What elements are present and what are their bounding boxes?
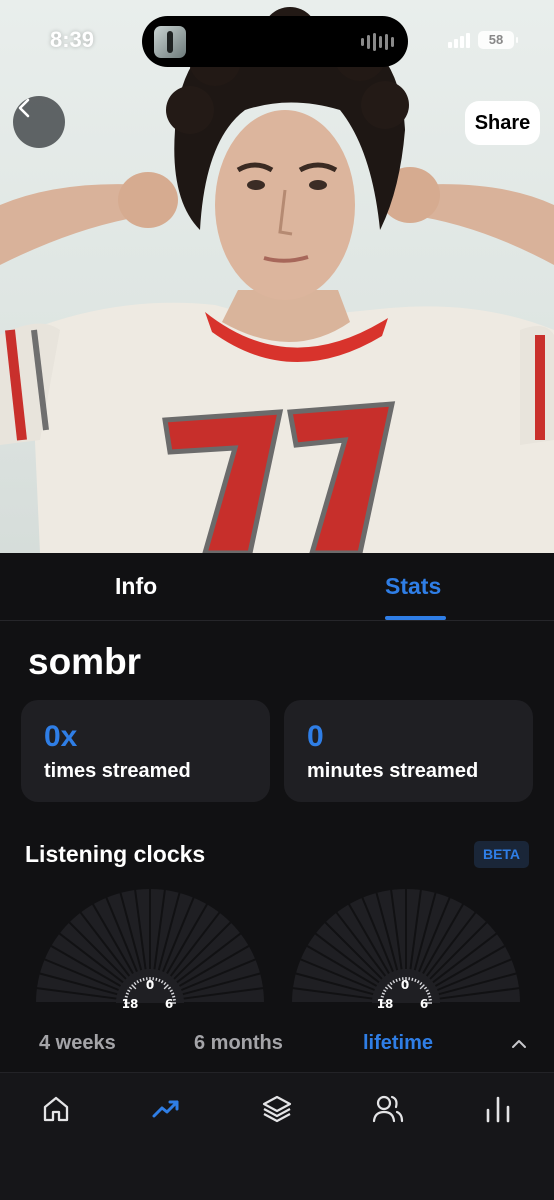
clock-label-right: 6 [420,997,428,1011]
listening-clocks-title: Listening clocks [25,841,206,867]
tab-stats[interactable]: Stats [385,573,441,600]
bottom-navigation [0,1072,554,1200]
clock-label-top: 0 [146,978,154,992]
battery-icon: 58 [478,31,518,49]
active-tab-indicator [385,616,446,620]
artist-photo-illustration [0,7,554,553]
chevron-left-icon [18,98,30,118]
stat-value: 0 [307,720,324,753]
bar-chart-icon[interactable] [482,1093,514,1125]
trending-icon[interactable] [150,1093,182,1125]
clock-label-left: 18 [377,997,394,1011]
cellular-signal-icon [448,32,470,48]
dynamic-island [142,16,408,67]
listening-clock-4-weeks: 0 18 6 [36,889,264,1011]
clock-label-top: 0 [401,978,409,992]
artist-name: sombr [28,641,142,682]
users-icon[interactable] [372,1093,404,1125]
status-time: 8:39 [50,27,95,52]
back-button[interactable] [13,96,65,148]
stat-card-minutes-streamed: 0 minutes streamed [284,700,533,802]
stat-card-times-streamed: 0x times streamed [21,700,270,802]
clock-tick [428,995,432,998]
beta-badge: BETA [474,841,529,868]
audio-waveform-icon [361,32,394,52]
clock-label-left: 18 [122,997,139,1011]
clock-label-right: 6 [165,997,173,1011]
status-indicators: 58 [448,31,518,49]
period-lifetime[interactable]: lifetime [363,1032,433,1055]
stat-value: 0x [44,720,78,753]
listening-clock-6-months: 0 18 6 [292,889,520,1011]
artist-photo: 8:39 58 Share [0,0,554,553]
chevron-up-icon[interactable] [509,1036,529,1052]
now-playing-thumbnail [154,26,186,58]
home-icon[interactable] [40,1093,72,1125]
period-6-months[interactable]: 6 months [194,1032,283,1055]
stat-label: times streamed [44,760,191,782]
period-4-weeks[interactable]: 4 weeks [39,1032,116,1055]
clock-tick [411,977,414,981]
clock-tick [155,977,158,981]
share-button[interactable]: Share [465,101,540,145]
layers-icon[interactable] [261,1093,293,1125]
clock-tick [142,977,145,981]
tab-bar: Info Stats [0,553,554,621]
tab-info[interactable]: Info [115,573,157,600]
stat-label: minutes streamed [307,760,479,782]
